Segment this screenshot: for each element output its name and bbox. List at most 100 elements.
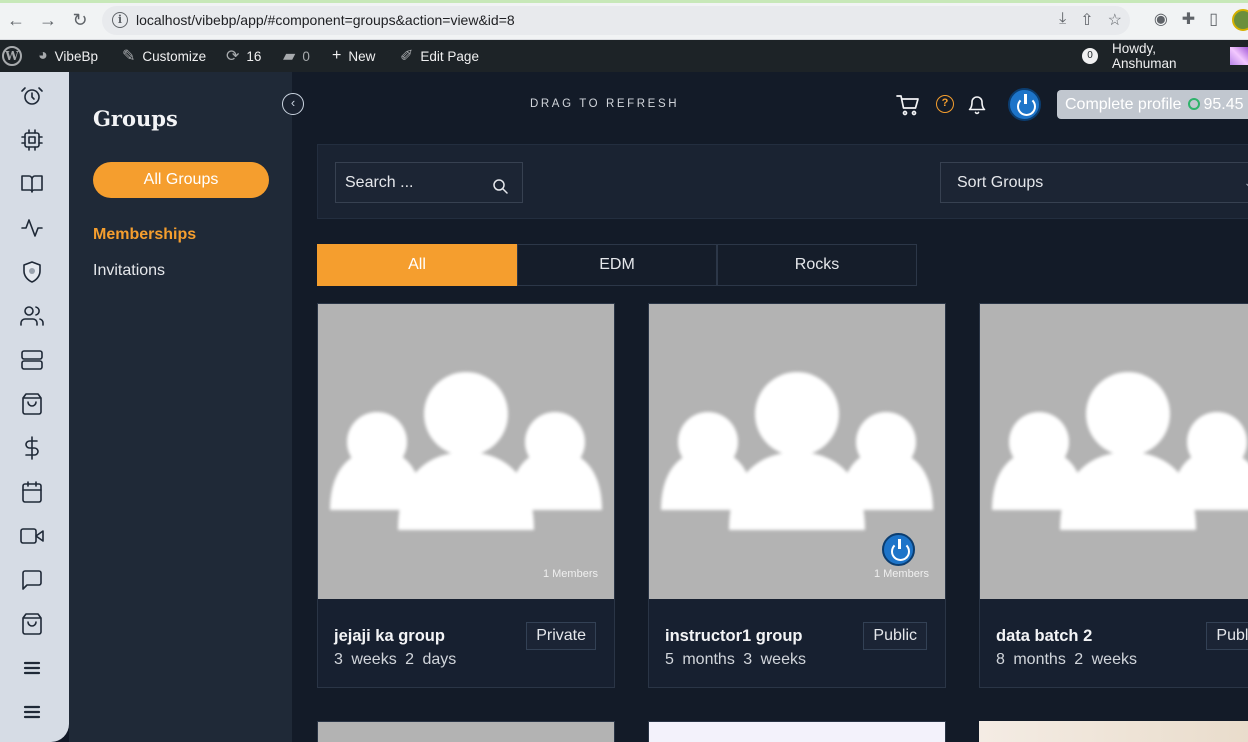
calendar-icon[interactable] bbox=[20, 480, 44, 504]
wp-logo-menu[interactable]: W bbox=[2, 40, 22, 72]
reload-icon[interactable]: ↻ bbox=[70, 10, 90, 30]
site-info-icon[interactable]: i bbox=[112, 12, 128, 28]
wp-admin-bar: W ◕ VibeBp ✎ Customize ⟳ 16 ▰ 0 + New ✐ … bbox=[0, 40, 1248, 72]
search-input[interactable] bbox=[336, 163, 486, 202]
camera-icon[interactable]: ◉ bbox=[1154, 9, 1168, 31]
tab-rocks[interactable]: Rocks bbox=[717, 244, 917, 286]
message-icon[interactable] bbox=[20, 568, 44, 592]
group-card[interactable]: 1 Members jejaji ka group 3 weeks 2 days… bbox=[317, 303, 615, 688]
browser-profile-avatar[interactable] bbox=[1232, 9, 1248, 31]
menu-icon[interactable] bbox=[20, 656, 44, 680]
chevron-down-icon: ⌄ bbox=[1243, 163, 1248, 202]
dollar-icon[interactable] bbox=[20, 436, 44, 460]
members-count: 1 Members bbox=[873, 568, 929, 580]
updates-count: 16 bbox=[246, 48, 262, 64]
group-cover-image[interactable]: 1 Members bbox=[649, 304, 945, 599]
pencil-icon: ✐ bbox=[400, 48, 414, 65]
plus-icon: + bbox=[332, 47, 342, 64]
browser-toolbar: ← → ↻ i localhost/vibebp/app/#component=… bbox=[0, 0, 1248, 40]
help-icon[interactable]: ? bbox=[936, 95, 954, 113]
group-cover-image[interactable] bbox=[980, 304, 1248, 599]
user-avatar[interactable] bbox=[1008, 88, 1041, 121]
customize-menu[interactable]: ✎ Customize bbox=[122, 40, 206, 72]
address-bar[interactable]: i localhost/vibebp/app/#component=groups… bbox=[102, 6, 1130, 35]
search-icon[interactable] bbox=[492, 178, 508, 194]
shopping-bag-icon[interactable] bbox=[20, 392, 44, 416]
sort-groups-label: Sort Groups bbox=[957, 174, 1044, 191]
groups-toolbar: Sort Groups ⌄ bbox=[317, 144, 1248, 219]
group-cover-image[interactable]: 1 Members bbox=[318, 304, 614, 599]
share-icon[interactable]: ⇧ bbox=[1080, 10, 1093, 30]
group-type-tabs: All EDM Rocks bbox=[317, 244, 917, 286]
howdy-label: Howdy, Anshuman bbox=[1112, 41, 1177, 71]
comment-icon: ▰ bbox=[283, 48, 296, 65]
tab-edm[interactable]: EDM bbox=[517, 244, 717, 286]
users-icon[interactable] bbox=[20, 304, 44, 328]
search-box bbox=[335, 162, 523, 203]
group-name[interactable]: jejaji ka group bbox=[334, 627, 445, 646]
updates-icon: ⟳ bbox=[226, 48, 240, 65]
notification-count-badge: 0 bbox=[1082, 48, 1098, 64]
badge-icon[interactable] bbox=[20, 260, 44, 284]
sidebar-item-invitations[interactable]: Invitations bbox=[93, 262, 165, 280]
complete-profile-button[interactable]: Complete profile 95.45 bbox=[1057, 90, 1248, 119]
status-badge: Public bbox=[863, 622, 927, 650]
group-card[interactable] bbox=[979, 721, 1248, 742]
members-count: 1 Members bbox=[542, 568, 598, 580]
notifications-menu[interactable]: 0 bbox=[1082, 40, 1098, 72]
url-text[interactable]: localhost/vibebp/app/#component=groups&a… bbox=[136, 12, 515, 28]
group-placeholder-icon bbox=[330, 372, 602, 530]
bookmark-star-icon[interactable]: ☆ bbox=[1108, 10, 1122, 30]
updates-menu[interactable]: ⟳ 16 bbox=[226, 40, 261, 72]
shopping-bag-icon[interactable] bbox=[20, 612, 44, 636]
server-icon[interactable] bbox=[20, 348, 44, 372]
extensions-icon[interactable]: ✚ bbox=[1182, 9, 1195, 31]
new-content-menu[interactable]: + New bbox=[332, 40, 375, 72]
account-menu[interactable]: Howdy, Anshuman bbox=[1112, 40, 1248, 72]
main-content: DRAG TO REFRESH ? Complete profile 95.45 … bbox=[292, 72, 1248, 742]
group-card[interactable] bbox=[317, 721, 615, 742]
edit-page-label: Edit Page bbox=[420, 48, 479, 64]
install-icon[interactable]: ⤓ bbox=[1059, 10, 1066, 30]
video-icon[interactable] bbox=[20, 524, 44, 548]
owner-avatar[interactable] bbox=[882, 533, 915, 566]
profile-percent: 95.45 bbox=[1203, 96, 1244, 113]
group-name[interactable]: instructor1 group bbox=[665, 627, 803, 646]
bell-icon[interactable] bbox=[968, 95, 986, 115]
status-badge: Private bbox=[526, 622, 596, 650]
alarm-clock-icon[interactable] bbox=[20, 84, 44, 108]
group-card[interactable] bbox=[648, 721, 946, 742]
page-load-progress bbox=[0, 0, 1248, 3]
sort-groups-select[interactable]: Sort Groups ⌄ bbox=[940, 162, 1248, 203]
groups-sidebar: Groups All Groups Memberships Invitation… bbox=[69, 72, 292, 742]
chip-icon[interactable] bbox=[20, 128, 44, 152]
site-name-menu[interactable]: ◕ VibeBp bbox=[38, 40, 98, 72]
side-panel-icon[interactable]: ▯ bbox=[1209, 9, 1218, 31]
activity-icon[interactable] bbox=[20, 216, 44, 240]
book-icon[interactable] bbox=[20, 172, 44, 196]
group-active-time: 5 months 3 weeks bbox=[665, 651, 806, 668]
group-placeholder-icon bbox=[992, 372, 1248, 530]
forward-icon[interactable]: → bbox=[38, 10, 58, 30]
group-active-time: 3 weeks 2 days bbox=[334, 651, 457, 668]
comments-menu[interactable]: ▰ 0 bbox=[283, 40, 310, 72]
site-name-label: VibeBp bbox=[54, 48, 98, 64]
comments-count: 0 bbox=[302, 48, 310, 64]
dashboard-icon: ◕ bbox=[38, 47, 48, 64]
group-active-time: 8 months 2 weeks bbox=[996, 651, 1137, 668]
progress-ring-icon bbox=[1187, 98, 1200, 110]
collapse-sidebar-icon[interactable]: ‹ bbox=[282, 93, 304, 115]
back-icon[interactable]: ← bbox=[6, 10, 26, 30]
tab-all[interactable]: All bbox=[317, 244, 517, 286]
edit-page-menu[interactable]: ✐ Edit Page bbox=[400, 40, 479, 72]
status-badge: Public bbox=[1206, 622, 1248, 650]
group-card[interactable]: 1 Members instructor1 group 5 months 3 w… bbox=[648, 303, 946, 688]
app-icon-rail bbox=[0, 72, 69, 742]
sidebar-item-memberships[interactable]: Memberships bbox=[93, 226, 196, 244]
group-card[interactable]: data batch 2 8 months 2 weeks Public bbox=[979, 303, 1248, 688]
group-name[interactable]: data batch 2 bbox=[996, 627, 1092, 646]
menu-icon[interactable] bbox=[20, 700, 44, 724]
sidebar-title: Groups bbox=[93, 106, 178, 131]
cart-icon[interactable] bbox=[896, 94, 920, 116]
all-groups-button[interactable]: All Groups bbox=[93, 162, 269, 198]
